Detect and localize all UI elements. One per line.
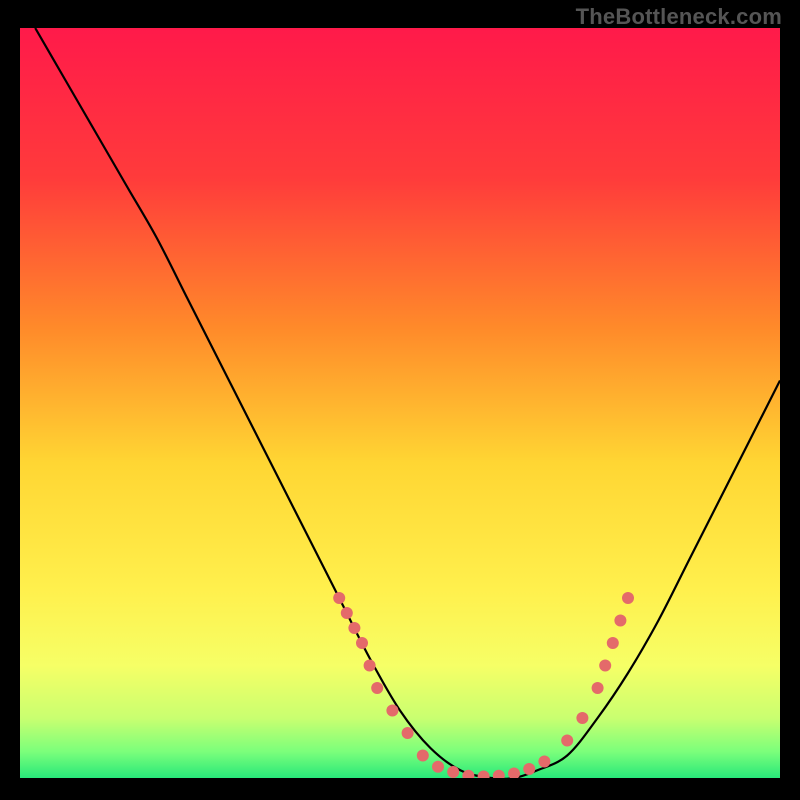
bottleneck-dots bbox=[333, 592, 634, 778]
marker-dot bbox=[607, 637, 619, 649]
marker-dot bbox=[622, 592, 634, 604]
plot-area bbox=[20, 28, 780, 778]
marker-dot bbox=[447, 766, 459, 778]
marker-dot bbox=[576, 712, 588, 724]
marker-dot bbox=[614, 615, 626, 627]
marker-dot bbox=[402, 727, 414, 739]
marker-dot bbox=[364, 660, 376, 672]
bottleneck-curve bbox=[35, 28, 780, 778]
marker-dot bbox=[417, 750, 429, 762]
marker-dot bbox=[493, 770, 505, 778]
marker-dot bbox=[592, 682, 604, 694]
marker-dot bbox=[538, 756, 550, 768]
marker-dot bbox=[348, 622, 360, 634]
watermark-text: TheBottleneck.com bbox=[576, 4, 782, 30]
marker-dot bbox=[478, 771, 490, 779]
curve-layer bbox=[20, 28, 780, 778]
marker-dot bbox=[508, 768, 520, 779]
marker-dot bbox=[523, 763, 535, 775]
marker-dot bbox=[599, 660, 611, 672]
marker-dot bbox=[432, 761, 444, 773]
marker-dot bbox=[386, 705, 398, 717]
marker-dot bbox=[341, 607, 353, 619]
marker-dot bbox=[561, 735, 573, 747]
marker-dot bbox=[356, 637, 368, 649]
chart-container: TheBottleneck.com bbox=[0, 0, 800, 800]
marker-dot bbox=[371, 682, 383, 694]
marker-dot bbox=[333, 592, 345, 604]
